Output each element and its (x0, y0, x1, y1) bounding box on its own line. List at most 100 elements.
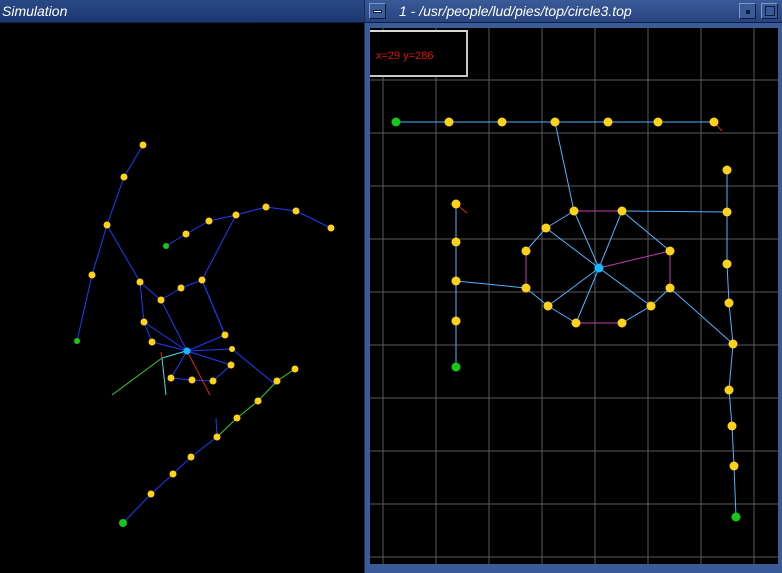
simulation-node (221, 331, 229, 339)
simulation-node (147, 490, 155, 498)
editor-window-title: 1 - /usr/people/lud/pies/top/circle3.top (399, 3, 632, 19)
simulation-node (327, 224, 335, 232)
editor-node (724, 385, 734, 395)
simulation-edge (201, 214, 237, 281)
simulation-window-title: Simulation (2, 3, 68, 19)
simulation-node (291, 365, 299, 373)
editor-node (653, 117, 663, 127)
simulation-edge (231, 348, 277, 386)
simulation-edge (212, 364, 232, 382)
editor-edge (726, 263, 730, 304)
minimize-icon[interactable] (739, 3, 756, 19)
anchor-node (451, 362, 461, 372)
editor-edge (545, 227, 600, 269)
anchor-node (119, 519, 127, 527)
window-menu-icon[interactable] (369, 3, 386, 19)
simulation-edge (160, 299, 188, 352)
simulation-edge (235, 206, 267, 216)
simulation-edge (143, 321, 188, 352)
simulation-edge (139, 281, 145, 323)
editor-node (722, 165, 732, 175)
simulation-edge (201, 279, 226, 336)
anchor-node (163, 243, 169, 249)
simulation-edge (106, 176, 125, 226)
simulation-edge (186, 348, 233, 352)
simulation-graph (74, 141, 335, 527)
force-vector-red (160, 351, 163, 359)
simulation-node (182, 230, 190, 238)
simulation-edge (122, 493, 152, 524)
simulation-node (167, 374, 175, 382)
editor-node (729, 461, 739, 471)
simulation-edge (265, 206, 297, 212)
simulation-edge (295, 210, 332, 229)
editor-node (451, 276, 461, 286)
editor-edge (728, 302, 734, 345)
simulation-node (136, 278, 144, 286)
simulation-node (262, 203, 270, 211)
simulation-edge (216, 417, 238, 438)
hub-node (594, 263, 604, 273)
editor-edge (621, 210, 728, 213)
simulation-node (187, 453, 195, 461)
editor-node (727, 421, 737, 431)
simulation-edge (106, 224, 141, 283)
coordinate-readout: x=29 y=286 (370, 30, 468, 77)
simulation-edge (76, 274, 93, 342)
simulation-node (254, 397, 262, 405)
simulation-node (140, 318, 148, 326)
simulation-canvas[interactable] (0, 23, 364, 573)
simulation-node (88, 271, 96, 279)
editor-edge (621, 305, 652, 324)
simulation-node (169, 470, 177, 478)
editor-edge (545, 210, 575, 229)
editor-window-titlebar[interactable]: 1 - /usr/people/lud/pies/top/circle3.top (365, 0, 782, 23)
maximize-icon[interactable] (761, 3, 778, 19)
simulation-edge (91, 224, 108, 276)
simulation-node (139, 141, 147, 149)
editor-canvas[interactable] (370, 28, 778, 564)
editor-node (497, 117, 507, 127)
simulation-edge (139, 281, 162, 301)
editor-edge (455, 280, 527, 289)
anchor-node (74, 338, 80, 344)
editor-node (543, 301, 553, 311)
simulation-node (227, 361, 235, 369)
simulation-node (209, 377, 217, 385)
editor-edge (728, 343, 734, 391)
simulation-edge (190, 436, 218, 458)
simulation-node (120, 173, 128, 181)
editor-edge (598, 267, 652, 307)
editor-node (617, 206, 627, 216)
editor-node (569, 206, 579, 216)
simulation-window-titlebar[interactable]: Simulation (0, 0, 364, 23)
editor-edge (547, 305, 577, 324)
simulation-edge (185, 220, 210, 235)
simulation-node (229, 346, 235, 352)
editor-node (646, 301, 656, 311)
simulation-edge (123, 144, 144, 178)
editor-grid (370, 28, 778, 564)
simulation-node (148, 338, 156, 346)
simulation-node (205, 217, 213, 225)
editor-node (451, 316, 461, 326)
simulation-node (292, 207, 300, 215)
anchor-node (731, 512, 741, 522)
editor-node (571, 318, 581, 328)
coordinate-readout-text: x=29 y=286 (376, 50, 434, 62)
force-vector-green (111, 357, 163, 396)
editor-edge (733, 465, 737, 518)
force-vectors (111, 350, 211, 396)
editor-edge (731, 425, 735, 467)
simulation-edge (150, 473, 174, 495)
editor-graph (370, 28, 778, 564)
editor-node (444, 117, 454, 127)
simulation-node (232, 211, 240, 219)
hub-node (183, 347, 191, 355)
editor-node (451, 237, 461, 247)
ring-edge (598, 250, 671, 269)
editor-edge (728, 389, 733, 427)
simulation-node (198, 276, 206, 284)
simulation-edge (186, 334, 226, 352)
anchor-node (391, 117, 401, 127)
